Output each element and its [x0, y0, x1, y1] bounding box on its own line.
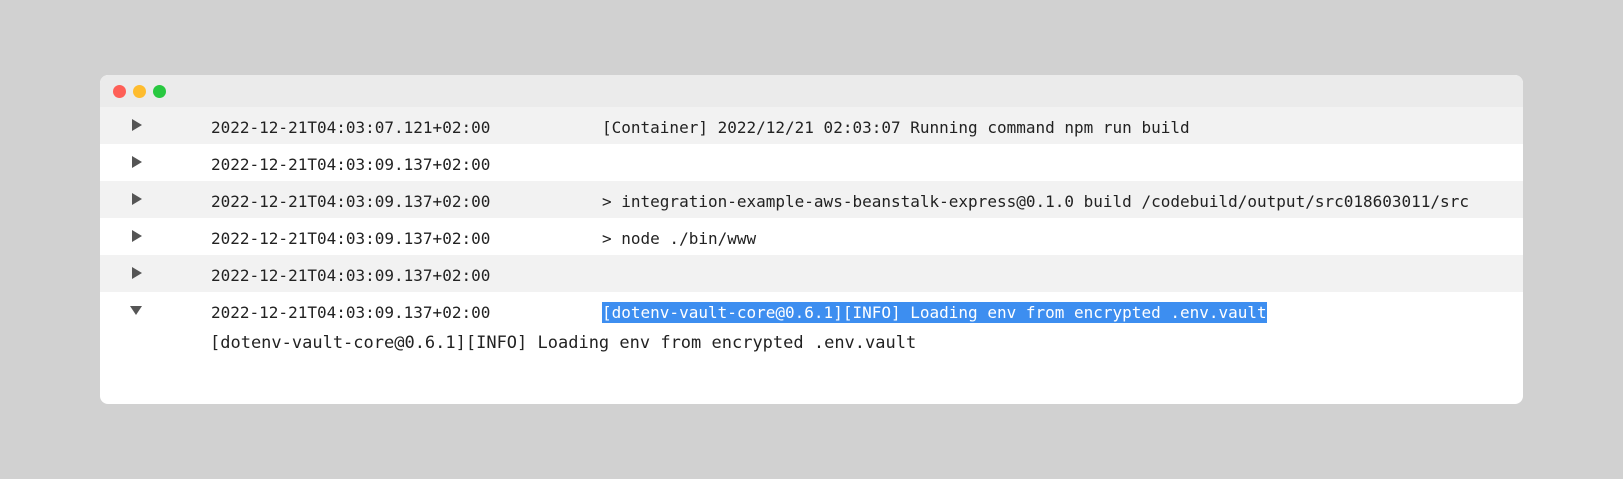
triangle-right-icon[interactable]	[128, 265, 144, 281]
selected-text[interactable]: [dotenv-vault-core@0.6.1][INFO] Loading …	[602, 302, 1267, 323]
log-row[interactable]: 2022-12-21T04:03:07.121+02:00 [Container…	[100, 107, 1523, 144]
close-window-button[interactable]	[113, 85, 126, 98]
triangle-right-icon[interactable]	[128, 117, 144, 133]
triangle-right-icon[interactable]	[128, 154, 144, 170]
log-viewer-window: 2022-12-21T04:03:07.121+02:00 [Container…	[100, 75, 1523, 404]
log-row-expanded[interactable]: 2022-12-21T04:03:09.137+02:00 [dotenv-va…	[100, 292, 1523, 329]
log-timestamp: 2022-12-21T04:03:09.137+02:00	[211, 266, 491, 285]
log-message: > node ./bin/www	[602, 229, 757, 248]
log-message: > integration-example-aws-beanstalk-expr…	[602, 192, 1469, 211]
log-message: [dotenv-vault-core@0.6.1][INFO] Loading …	[602, 292, 1267, 333]
triangle-right-icon[interactable]	[128, 228, 144, 244]
minimize-window-button[interactable]	[133, 85, 146, 98]
log-row[interactable]: 2022-12-21T04:03:09.137+02:00	[100, 255, 1523, 292]
triangle-right-icon[interactable]	[128, 191, 144, 207]
log-row[interactable]: 2022-12-21T04:03:09.137+02:00	[100, 144, 1523, 181]
triangle-down-icon[interactable]	[128, 302, 144, 318]
log-timestamp: 2022-12-21T04:03:09.137+02:00	[211, 303, 491, 322]
expanded-log-detail: [dotenv-vault-core@0.6.1][INFO] Loading …	[210, 333, 917, 353]
log-timestamp: 2022-12-21T04:03:09.137+02:00	[211, 192, 491, 211]
log-row[interactable]: 2022-12-21T04:03:09.137+02:00 > node ./b…	[100, 218, 1523, 255]
log-timestamp: 2022-12-21T04:03:09.137+02:00	[211, 229, 491, 248]
log-timestamp: 2022-12-21T04:03:09.137+02:00	[211, 155, 491, 174]
log-row[interactable]: 2022-12-21T04:03:09.137+02:00 > integrat…	[100, 181, 1523, 218]
window-titlebar	[100, 75, 1523, 107]
log-message: [Container] 2022/12/21 02:03:07 Running …	[602, 118, 1190, 137]
log-timestamp: 2022-12-21T04:03:07.121+02:00	[211, 118, 491, 137]
zoom-window-button[interactable]	[153, 85, 166, 98]
